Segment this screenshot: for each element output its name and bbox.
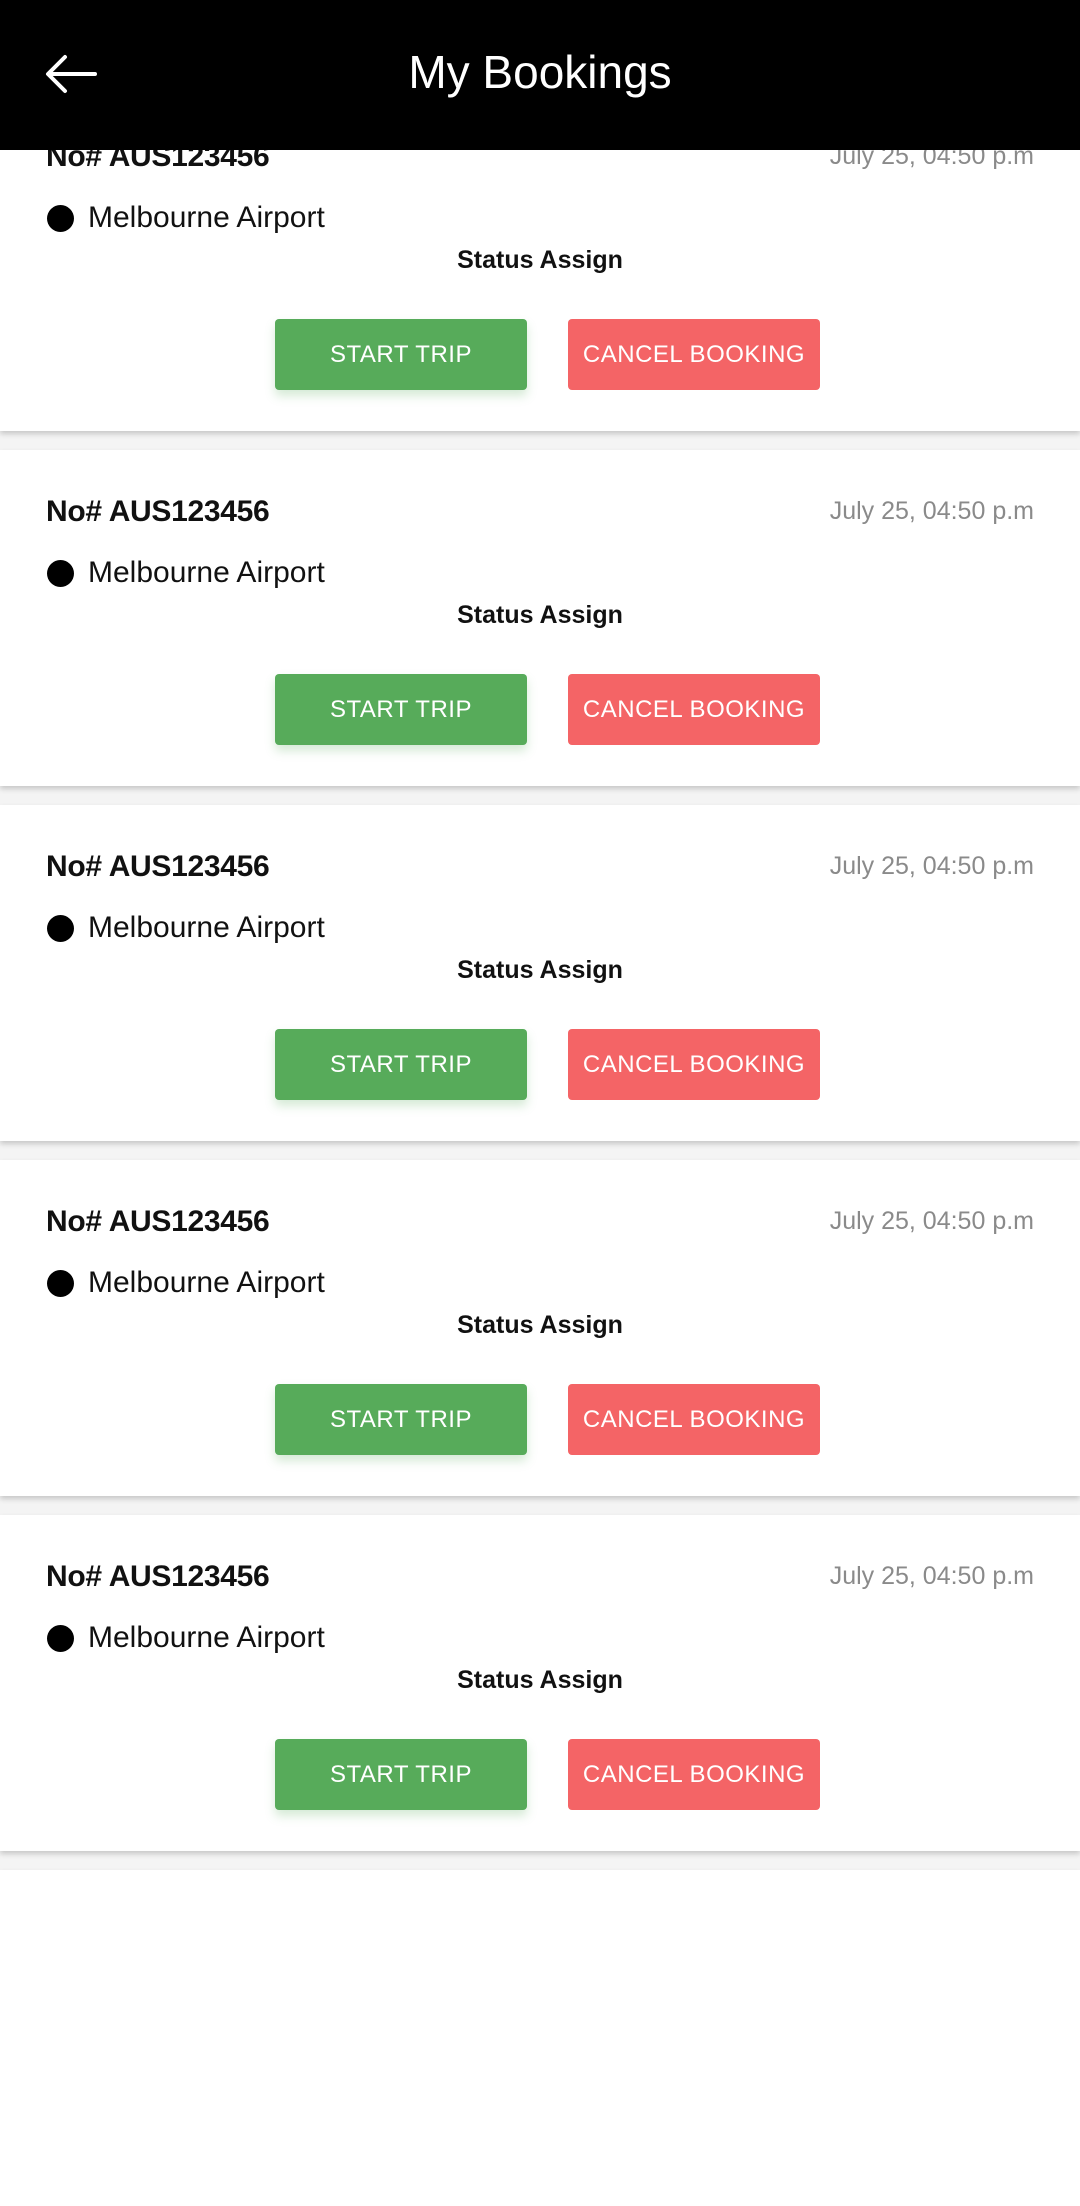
location-text: Melbourne Airport [88, 1266, 325, 1299]
page-title: My Bookings [408, 46, 672, 98]
booking-card: No# AUS123456 July 25, 04:50 p.m Melbour… [0, 450, 1080, 786]
cancel-booking-button[interactable]: CANCEL BOOKING [568, 1384, 820, 1455]
start-trip-button[interactable]: START TRIP [275, 1029, 527, 1100]
location-dot-icon [47, 559, 74, 587]
location-dot-icon [47, 204, 74, 232]
location-dot-icon [47, 1624, 74, 1652]
booking-number: No# AUS123456 [46, 1560, 270, 1593]
booking-number: No# AUS123456 [46, 1205, 270, 1238]
location-text: Melbourne Airport [88, 556, 325, 589]
cancel-booking-button[interactable]: CANCEL BOOKING [568, 674, 820, 745]
booking-status: Status Assign [457, 246, 623, 274]
booking-date: July 25, 04:50 p.m [829, 1207, 1034, 1235]
booking-status: Status Assign [457, 1311, 623, 1339]
booking-status: Status Assign [457, 956, 623, 984]
booking-location: Melbourne Airport [47, 1265, 325, 1301]
location-text: Melbourne Airport [88, 201, 325, 234]
app-header: My Bookings [0, 0, 1080, 150]
cancel-booking-button[interactable]: CANCEL BOOKING [568, 319, 820, 390]
location-dot-icon [47, 914, 74, 942]
booking-card: No# AUS123456 July 25, 04:50 p.m Melbour… [0, 1160, 1080, 1496]
booking-location: Melbourne Airport [47, 910, 325, 946]
booking-card-partial [0, 1870, 1080, 2206]
bookings-list[interactable]: No# AUS123456 July 25, 04:50 p.m Melbour… [0, 0, 1080, 2206]
start-trip-button[interactable]: START TRIP [275, 1384, 527, 1455]
booking-card: No# AUS123456 July 25, 04:50 p.m Melbour… [0, 805, 1080, 1141]
booking-date: July 25, 04:50 p.m [829, 852, 1034, 880]
booking-date: July 25, 04:50 p.m [829, 1562, 1034, 1590]
booking-card: No# AUS123456 July 25, 04:50 p.m Melbour… [0, 1515, 1080, 1851]
cancel-booking-button[interactable]: CANCEL BOOKING [568, 1029, 820, 1100]
booking-date: July 25, 04:50 p.m [829, 497, 1034, 525]
start-trip-button[interactable]: START TRIP [275, 319, 527, 390]
location-dot-icon [47, 1269, 74, 1297]
booking-status: Status Assign [457, 1666, 623, 1694]
cancel-booking-button[interactable]: CANCEL BOOKING [568, 1739, 820, 1810]
booking-location: Melbourne Airport [47, 1620, 325, 1656]
location-text: Melbourne Airport [88, 911, 325, 944]
booking-number: No# AUS123456 [46, 850, 270, 883]
booking-status: Status Assign [457, 601, 623, 629]
start-trip-button[interactable]: START TRIP [275, 674, 527, 745]
booking-location: Melbourne Airport [47, 200, 325, 236]
booking-number: No# AUS123456 [46, 495, 270, 528]
start-trip-button[interactable]: START TRIP [275, 1739, 527, 1810]
booking-location: Melbourne Airport [47, 555, 325, 591]
location-text: Melbourne Airport [88, 1621, 325, 1654]
